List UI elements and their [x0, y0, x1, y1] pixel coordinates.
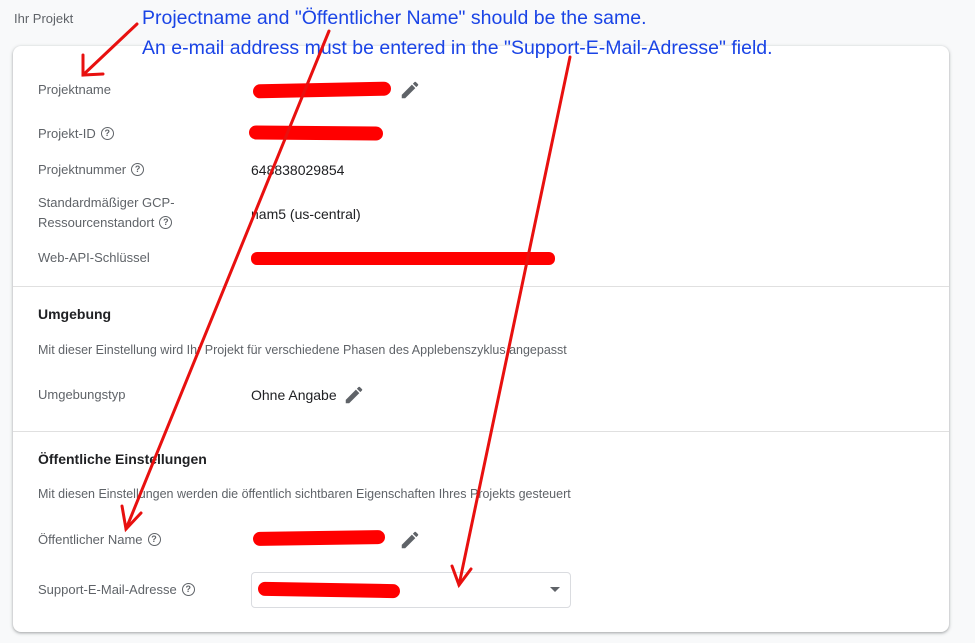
arrow-to-public-name	[120, 29, 331, 533]
annotation-arrows	[81, 22, 572, 589]
arrow-to-projektname	[81, 22, 139, 77]
arrow-to-support-email	[450, 55, 572, 589]
